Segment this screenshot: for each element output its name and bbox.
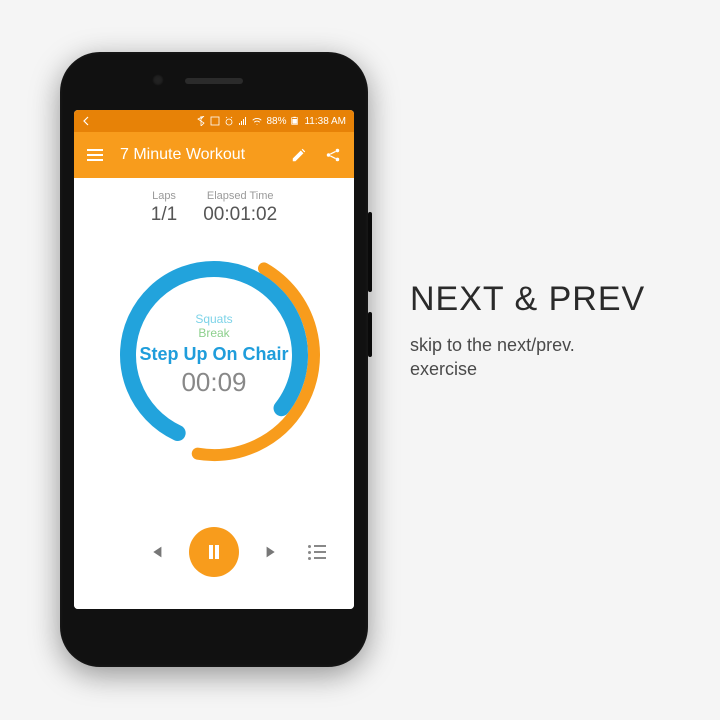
ring-center: Squats Break Step Up On Chair 00:09 <box>99 240 329 470</box>
laps-stat: Laps 1/1 <box>151 190 177 226</box>
share-icon[interactable] <box>324 146 342 164</box>
workout-content: Laps 1/1 Elapsed Time 00:01:02 Squats <box>74 178 354 609</box>
wifi-icon <box>252 116 262 126</box>
marketing-copy: NEXT & PREV skip to the next/prev. exerc… <box>410 280 680 382</box>
break-label: Break <box>198 326 229 340</box>
elapsed-value: 00:01:02 <box>203 204 277 226</box>
next-button[interactable] <box>261 541 283 563</box>
stats-row: Laps 1/1 Elapsed Time 00:01:02 <box>151 190 277 226</box>
app-bar: 7 Minute Workout <box>74 132 354 178</box>
prev-button[interactable] <box>145 541 167 563</box>
edit-icon[interactable] <box>290 146 308 164</box>
phone-screen: 88% 11:38 AM 7 Minute Workout Laps 1/1 <box>74 110 354 609</box>
playback-controls <box>84 509 344 599</box>
pause-button[interactable] <box>189 527 239 577</box>
app-title: 7 Minute Workout <box>120 146 274 164</box>
laps-value: 1/1 <box>151 204 177 226</box>
menu-icon[interactable] <box>86 146 104 164</box>
battery-icon <box>290 116 300 126</box>
previous-exercise: Squats <box>195 312 232 326</box>
progress-ring: Squats Break Step Up On Chair 00:09 <box>99 240 329 470</box>
marketing-body: skip to the next/prev. exercise <box>410 333 680 382</box>
phone-speaker <box>185 78 243 84</box>
current-exercise: Step Up On Chair <box>139 344 288 365</box>
countdown-timer: 00:09 <box>181 367 246 398</box>
elapsed-label: Elapsed Time <box>203 190 277 202</box>
phone-camera <box>152 74 164 86</box>
status-bar: 88% 11:38 AM <box>74 110 354 132</box>
laps-label: Laps <box>151 190 177 202</box>
back-arrow-icon <box>82 116 92 126</box>
phone-frame: 88% 11:38 AM 7 Minute Workout Laps 1/1 <box>60 52 368 667</box>
battery-percent: 88% <box>266 116 286 127</box>
bluetooth-icon <box>196 116 206 126</box>
elapsed-stat: Elapsed Time 00:01:02 <box>203 190 277 226</box>
list-button[interactable] <box>308 545 326 560</box>
marketing-heading: NEXT & PREV <box>410 280 680 319</box>
alarm-icon <box>224 116 234 126</box>
signal-icon <box>238 116 248 126</box>
clock-text: 11:38 AM <box>304 116 346 127</box>
nfc-icon <box>210 116 220 126</box>
